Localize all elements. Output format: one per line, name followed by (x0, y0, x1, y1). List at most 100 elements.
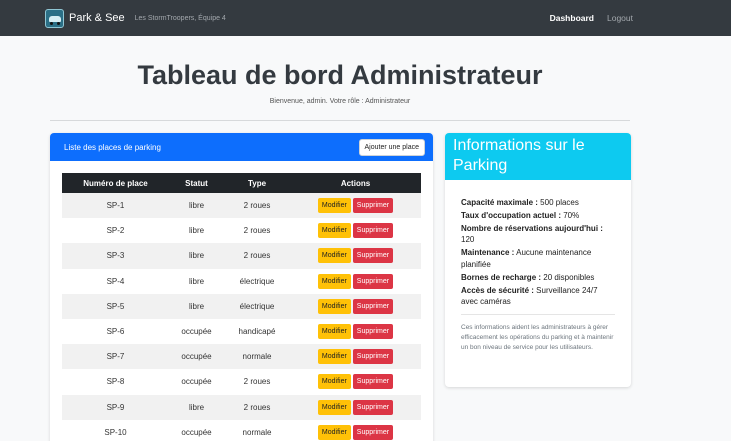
place-number: SP-5 (62, 293, 169, 319)
table-row: SP-9 libre 2 roues Modifier Supprimer (62, 394, 421, 420)
place-status: occupée (169, 318, 224, 345)
place-number: SP-2 (62, 218, 169, 244)
place-status: occupée (169, 419, 224, 441)
delete-button[interactable]: Supprimer (352, 298, 394, 314)
place-number: SP-9 (62, 394, 169, 420)
edit-button[interactable]: Modifier (317, 273, 351, 289)
info-value: 500 places (540, 198, 579, 207)
table-row: SP-7 occupée normale Modifier Supprimer (62, 344, 421, 370)
delete-button[interactable]: Supprimer (352, 349, 394, 365)
delete-button[interactable]: Supprimer (352, 399, 394, 415)
place-type: 2 roues (224, 218, 290, 244)
row-actions: Modifier Supprimer (290, 369, 421, 395)
parking-list-header: Liste des places de parking Ajouter une … (50, 133, 433, 161)
place-type: électrique (224, 268, 290, 294)
info-label: Nombre de réservations aujourd'hui : (461, 223, 603, 233)
delete-button[interactable]: Supprimer (352, 248, 394, 264)
column-header-numero: Numéro de place (62, 173, 169, 193)
brand-name[interactable]: Park & See (69, 12, 125, 24)
table-row: SP-1 libre 2 roues Modifier Supprimer (62, 193, 421, 219)
place-status: occupée (169, 344, 224, 370)
place-number: SP-10 (62, 419, 169, 441)
row-actions: Modifier Supprimer (290, 419, 421, 441)
parking-info-card: Informations sur le Parking Capacité max… (445, 133, 631, 387)
table-row: SP-6 occupée handicapé Modifier Supprimer (62, 318, 421, 345)
parking-car-logo-icon[interactable] (45, 8, 64, 28)
column-header-type: Type (224, 173, 290, 193)
row-actions: Modifier Supprimer (290, 193, 421, 219)
column-header-actions: Actions (290, 173, 421, 193)
place-status: libre (169, 218, 224, 244)
place-number: SP-7 (62, 344, 169, 370)
info-note: Ces informations aident les administrate… (461, 324, 614, 351)
table-header-row: Numéro de place Statut Type Actions (62, 173, 421, 193)
delete-button[interactable]: Supprimer (352, 424, 394, 440)
place-type: 2 roues (224, 369, 290, 395)
add-place-button[interactable]: Ajouter une place (358, 138, 425, 156)
info-charging: Bornes de recharge : 20 disponibles (461, 272, 615, 284)
delete-button[interactable]: Supprimer (352, 198, 394, 214)
info-capacity: Capacité maximale : 500 places (461, 197, 615, 209)
place-type: 2 roues (224, 193, 290, 219)
info-value: 70% (563, 210, 580, 220)
edit-button[interactable]: Modifier (317, 223, 351, 239)
info-label: Accès de sécurité : (461, 285, 534, 295)
column-header-statut: Statut (169, 173, 224, 193)
place-type: 2 roues (224, 243, 290, 269)
info-security: Accès de sécurité : Surveillance 24/7 av… (461, 285, 615, 309)
place-status: libre (169, 293, 224, 319)
place-status: libre (169, 243, 224, 269)
parking-list-card: Liste des places de parking Ajouter une … (50, 133, 433, 441)
table-row: SP-10 occupée normale Modifier Supprimer (62, 419, 421, 441)
info-label: Bornes de recharge : (461, 272, 542, 282)
edit-button[interactable]: Modifier (317, 424, 351, 440)
delete-button[interactable]: Supprimer (352, 273, 394, 289)
place-number: SP-6 (62, 318, 169, 345)
page-title: Tableau de bord Administrateur (137, 60, 543, 90)
header-divider (50, 120, 630, 121)
info-label: Taux d'occupation actuel : (461, 210, 561, 220)
edit-button[interactable]: Modifier (317, 298, 351, 314)
place-number: SP-3 (62, 243, 169, 269)
place-type: 2 roues (224, 394, 290, 420)
info-value: 20 disponibles (543, 272, 595, 282)
edit-button[interactable]: Modifier (317, 198, 351, 214)
nav-link-dashboard[interactable]: Dashboard (550, 13, 594, 23)
row-actions: Modifier Supprimer (290, 394, 421, 420)
nav-link-logout[interactable]: Logout (607, 13, 633, 23)
info-value: 120 (461, 235, 475, 245)
row-actions: Modifier Supprimer (290, 243, 421, 269)
edit-button[interactable]: Modifier (317, 399, 351, 415)
edit-button[interactable]: Modifier (317, 374, 351, 390)
place-status: libre (169, 193, 224, 219)
place-status: libre (169, 394, 224, 420)
place-status: occupée (169, 369, 224, 395)
delete-button[interactable]: Supprimer (352, 324, 394, 340)
edit-button[interactable]: Modifier (317, 349, 351, 365)
place-number: SP-8 (62, 369, 169, 395)
delete-button[interactable]: Supprimer (352, 374, 394, 390)
delete-button[interactable]: Supprimer (352, 223, 394, 239)
info-occupancy: Taux d'occupation actuel : 70% (461, 210, 615, 222)
parking-table: Numéro de place Statut Type Actions SP-1… (62, 173, 421, 441)
info-maintenance: Maintenance : Aucune maintenance planifi… (461, 247, 615, 271)
info-reservations: Nombre de réservations aujourd'hui : 120 (461, 223, 615, 247)
info-label: Maintenance : (461, 248, 515, 258)
row-actions: Modifier Supprimer (290, 344, 421, 370)
table-row: SP-4 libre électrique Modifier Supprimer (62, 268, 421, 294)
place-type: normale (224, 344, 290, 370)
info-label: Capacité maximale : (461, 198, 538, 207)
table-row: SP-2 libre 2 roues Modifier Supprimer (62, 218, 421, 244)
place-number: SP-1 (62, 193, 169, 219)
parking-info-title: Informations sur le Parking (445, 133, 631, 180)
place-type: électrique (224, 293, 290, 319)
parking-list-title: Liste des places de parking (64, 142, 161, 152)
nav-links: Dashboard Logout (550, 13, 719, 23)
place-number: SP-4 (62, 268, 169, 294)
edit-button[interactable]: Modifier (317, 324, 351, 340)
place-status: libre (169, 268, 224, 294)
row-actions: Modifier Supprimer (290, 318, 421, 345)
edit-button[interactable]: Modifier (317, 248, 351, 264)
top-navbar: Park & See Les StormTroopers, Équipe 4 D… (0, 0, 731, 36)
team-tagline: Les StormTroopers, Équipe 4 (134, 14, 226, 22)
